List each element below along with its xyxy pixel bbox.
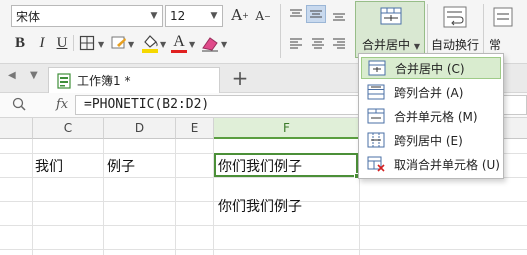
chevron-down-icon[interactable]: ▼ [98, 40, 104, 49]
increase-font-label: A [231, 6, 243, 24]
tab-label: 工作簿1 * [77, 74, 131, 88]
align-left-button[interactable] [286, 34, 306, 52]
divider [483, 4, 484, 58]
chevron-left-icon[interactable]: ◀ [8, 70, 16, 81]
cell-style-icon [111, 36, 126, 49]
tab-workbook1[interactable]: 工作簿1 * [48, 67, 220, 93]
spreadsheet-file-icon [57, 72, 71, 89]
fill-color-button[interactable] [140, 32, 160, 54]
font-size-select[interactable]: 12 ▼ [165, 5, 223, 27]
chevron-down-icon[interactable]: ▼ [146, 6, 162, 26]
font-color-button[interactable]: A [170, 32, 188, 54]
fill-bucket-icon [142, 35, 158, 53]
borders-icon [79, 35, 95, 51]
merge-center-text: 合并居中 [362, 38, 411, 52]
bold-button[interactable]: B [11, 33, 29, 53]
merge-center-icon [380, 7, 402, 25]
menu-item-label: 跨列居中 (E) [394, 133, 463, 148]
menu-item-merge-cells[interactable]: 合并单元格 (M) [361, 105, 501, 127]
menu-item-merge-across[interactable]: 跨列合并 (A) [361, 81, 501, 103]
eraser-icon [202, 37, 218, 52]
cell-style-button[interactable] [110, 33, 128, 53]
divider [280, 4, 281, 58]
align-middle-button[interactable] [306, 5, 326, 23]
align-top-button[interactable] [286, 6, 306, 24]
merge-center-icon [368, 60, 386, 76]
underline-button[interactable]: U [53, 33, 71, 53]
menu-item-label: 跨列合并 (A) [394, 85, 464, 100]
menu-item-unmerge-cells[interactable]: 取消合并单元格 (U) [361, 153, 501, 175]
function-icon[interactable]: fx [56, 97, 68, 112]
decrease-font-icon: − [263, 11, 271, 21]
align-right-icon [333, 38, 345, 49]
column-header-b[interactable] [0, 118, 33, 139]
zoom-icon[interactable] [12, 97, 26, 114]
column-header-e[interactable]: E [176, 118, 214, 139]
column-header-d[interactable]: D [104, 118, 176, 139]
number-format-button[interactable]: 常 [487, 4, 527, 56]
align-right-button[interactable] [329, 34, 349, 52]
divider [427, 4, 428, 58]
wrap-text-button[interactable]: 自动换行 [430, 4, 480, 56]
align-top-icon [290, 9, 302, 17]
row-line [0, 225, 527, 226]
wrap-text-icon [443, 6, 467, 28]
align-bottom-button[interactable] [329, 6, 349, 24]
column-header-c[interactable]: C [33, 118, 104, 139]
align-left-icon [290, 38, 302, 49]
decrease-font-button[interactable]: A − [254, 6, 272, 26]
merge-across-icon [367, 84, 385, 100]
merge-center-label: 合并居中 ▼ [356, 36, 426, 53]
number-format-icon [493, 7, 513, 27]
menu-item-label: 合并单元格 (M) [394, 109, 478, 124]
column-line [32, 139, 33, 255]
add-tab-button[interactable]: + [230, 66, 250, 90]
chevron-down-icon[interactable]: ▼ [206, 6, 222, 26]
active-cell-border [214, 153, 358, 177]
divider [73, 35, 74, 51]
increase-font-icon: + [242, 10, 249, 20]
column-line [103, 139, 104, 255]
menu-item-label: 合并居中 (C) [395, 61, 465, 76]
column-header-f[interactable]: F [214, 118, 360, 139]
column-line [175, 139, 176, 255]
merge-dropdown-menu: 合并居中 (C) 跨列合并 (A) 合并单元格 (M) 跨列居中 (E) 取消合… [358, 53, 504, 179]
unmerge-cells-icon [367, 156, 385, 172]
wrap-text-label: 自动换行 [430, 38, 479, 52]
align-center-icon [312, 38, 324, 49]
cell-c2[interactable]: 我们 [35, 156, 63, 176]
font-name-value: 宋体 [16, 9, 41, 24]
center-across-icon [367, 132, 385, 148]
align-center-button[interactable] [308, 34, 328, 52]
clear-format-button[interactable] [200, 33, 220, 53]
chevron-down-icon[interactable]: ▼ [30, 70, 38, 81]
merge-cells-icon [367, 108, 385, 124]
menu-item-center-across[interactable]: 跨列居中 (E) [361, 129, 501, 151]
font-color-swatch [171, 49, 187, 53]
italic-button[interactable]: I [33, 33, 51, 53]
increase-font-button[interactable]: A + [230, 5, 250, 25]
merge-center-button[interactable]: 合并居中 ▼ [355, 1, 425, 58]
row-line [0, 249, 527, 250]
chevron-down-icon[interactable]: ▼ [189, 40, 195, 49]
chevron-down-icon[interactable]: ▼ [160, 40, 166, 49]
align-middle-icon [310, 10, 322, 18]
chevron-down-icon[interactable]: ▼ [414, 42, 420, 51]
cell-f4[interactable]: 你们我们例子 [218, 196, 302, 216]
menu-item-label: 取消合并单元格 (U) [394, 157, 500, 172]
menu-item-merge-center[interactable]: 合并居中 (C) [361, 57, 501, 79]
font-color-glyph: A [173, 32, 185, 50]
align-bottom-icon [333, 13, 345, 21]
cell-d2[interactable]: 例子 [107, 156, 135, 176]
chevron-down-icon[interactable]: ▼ [221, 40, 227, 49]
borders-button[interactable] [78, 33, 96, 53]
chevron-down-icon[interactable]: ▼ [128, 40, 134, 49]
font-name-select[interactable]: 宋体 ▼ [11, 5, 163, 27]
decrease-font-label: A [255, 9, 264, 23]
number-format-label: 常 [489, 38, 502, 52]
font-size-value: 12 [170, 9, 186, 23]
